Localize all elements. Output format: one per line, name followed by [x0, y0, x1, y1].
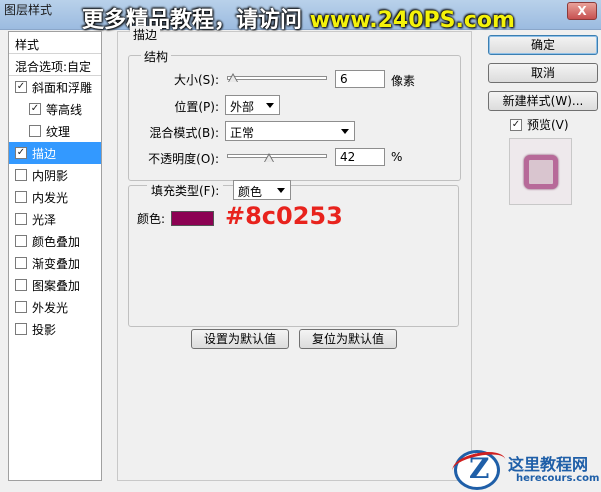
effect-item[interactable]: 渐变叠加: [9, 252, 101, 274]
color-label: 颜色:: [137, 212, 166, 226]
blend-mode-value: 正常: [230, 126, 255, 140]
effect-label: 投影: [32, 322, 57, 337]
effect-checkbox[interactable]: ✓: [15, 81, 27, 93]
logo-z-icon: Z: [469, 452, 490, 485]
chevron-down-icon: [341, 129, 349, 134]
effect-item[interactable]: ✓ 等高线: [9, 98, 101, 120]
effect-checkbox[interactable]: [15, 235, 27, 247]
size-unit: 像素: [391, 74, 416, 88]
preview-thumbnail: [524, 155, 558, 189]
size-label: 大小(S):: [173, 73, 219, 87]
effect-label: 光泽: [32, 212, 57, 227]
opacity-unit: %: [391, 150, 403, 164]
structure-title: 结构: [141, 48, 172, 65]
make-default-button[interactable]: 设置为默认值: [191, 329, 289, 349]
size-input[interactable]: 6: [335, 70, 385, 88]
effect-label: 图案叠加: [32, 278, 81, 293]
blend-mode-label: 混合模式(B):: [149, 126, 219, 140]
effect-label: 描边: [32, 146, 57, 161]
fill-type-label: 填充类型(F):: [147, 182, 224, 199]
preview-toggle[interactable]: ✓ 预览(V): [510, 116, 569, 133]
effect-checkbox[interactable]: [29, 125, 41, 137]
effect-label: 内发光: [32, 190, 69, 205]
opacity-input[interactable]: 42: [335, 148, 385, 166]
effect-checkbox[interactable]: ✓: [15, 147, 27, 159]
style-preview: [509, 138, 572, 205]
watermark-logo: Z 这里教程网 herecours.com: [450, 447, 601, 492]
color-hex-annotation: #8c0253: [225, 202, 343, 230]
title-bar: 图层样式 更多精品教程，请访问 www.240PS.com X: [0, 0, 601, 33]
new-style-button[interactable]: 新建样式(W)...: [488, 91, 598, 111]
window-title: 图层样式: [4, 3, 53, 17]
effect-item[interactable]: 图案叠加: [9, 274, 101, 296]
blending-options-item[interactable]: 混合选项:自定: [9, 54, 101, 76]
effect-item[interactable]: 内发光: [9, 186, 101, 208]
stroke-color-swatch[interactable]: [171, 211, 214, 226]
close-icon: X: [577, 4, 587, 18]
stroke-section-title: 描边: [130, 26, 161, 43]
opacity-label: 不透明度(O):: [148, 152, 219, 166]
effect-label: 等高线: [46, 102, 83, 117]
effect-item[interactable]: 纹理: [9, 120, 101, 142]
fill-type-select[interactable]: 颜色: [233, 180, 291, 200]
effect-item[interactable]: 内阴影: [9, 164, 101, 186]
fill-type-value: 颜色: [238, 185, 263, 199]
fill-group: 填充类型(F): 颜色 颜色: #8c0253: [128, 180, 459, 327]
effect-checkbox[interactable]: [15, 301, 27, 313]
banner-text: 更多精品教程，请访问: [82, 8, 303, 33]
stroke-panel: 描边 结构 大小(S): 6 像素 位置(P): 外部 混合模式(B): 正常 …: [117, 26, 472, 481]
effect-checkbox[interactable]: [15, 279, 27, 291]
chevron-down-icon: [277, 188, 285, 193]
preview-checkbox[interactable]: ✓: [510, 118, 522, 131]
size-slider[interactable]: [227, 76, 327, 80]
position-label: 位置(P):: [174, 100, 219, 114]
blend-mode-select[interactable]: 正常: [225, 121, 355, 141]
effect-label: 颜色叠加: [32, 234, 81, 249]
close-button[interactable]: X: [567, 2, 597, 20]
effect-checkbox[interactable]: ✓: [29, 103, 41, 115]
effect-item[interactable]: 颜色叠加: [9, 230, 101, 252]
effect-checkbox[interactable]: [15, 257, 27, 269]
effect-label: 内阴影: [32, 168, 69, 183]
effects-list: ✓ 斜面和浮雕 ✓ 等高线纹理 ✓ 描边内阴影内发光光泽颜色叠加渐变叠加图案叠加外发光投影: [9, 76, 101, 340]
size-slider-thumb[interactable]: [228, 73, 238, 83]
watermark-title: 这里教程网: [508, 455, 589, 474]
effect-label: 渐变叠加: [32, 256, 81, 271]
position-select[interactable]: 外部: [225, 95, 280, 115]
structure-group: 结构 大小(S): 6 像素 位置(P): 外部 混合模式(B): 正常 不透明…: [128, 48, 461, 181]
chevron-down-icon: [266, 103, 274, 108]
effect-item[interactable]: 光泽: [9, 208, 101, 230]
preview-label: 预览(V): [527, 118, 569, 132]
effect-item[interactable]: 投影: [9, 318, 101, 340]
effect-label: 纹理: [46, 124, 71, 139]
styles-header[interactable]: 样式: [9, 32, 101, 54]
effect-label: 斜面和浮雕: [32, 80, 93, 95]
watermark-url: herecours.com: [516, 473, 600, 484]
effect-checkbox[interactable]: [15, 191, 27, 203]
position-value: 外部: [230, 100, 255, 114]
opacity-slider[interactable]: [227, 154, 327, 158]
ok-button[interactable]: 确定: [488, 35, 598, 55]
effect-label: 外发光: [32, 300, 69, 315]
effect-checkbox[interactable]: [15, 323, 27, 335]
effect-checkbox[interactable]: [15, 213, 27, 225]
effect-item[interactable]: 外发光: [9, 296, 101, 318]
effect-item[interactable]: ✓ 描边: [9, 142, 101, 164]
opacity-slider-thumb[interactable]: [264, 153, 274, 163]
styles-list: 样式 混合选项:自定 ✓ 斜面和浮雕 ✓ 等高线纹理 ✓ 描边内阴影内发光光泽颜色叠加渐变…: [8, 31, 102, 481]
reset-default-button[interactable]: 复位为默认值: [299, 329, 397, 349]
banner-url: www.240PS.com: [309, 8, 515, 33]
effect-checkbox[interactable]: [15, 169, 27, 181]
cancel-button[interactable]: 取消: [488, 63, 598, 83]
effect-item[interactable]: ✓ 斜面和浮雕: [9, 76, 101, 98]
